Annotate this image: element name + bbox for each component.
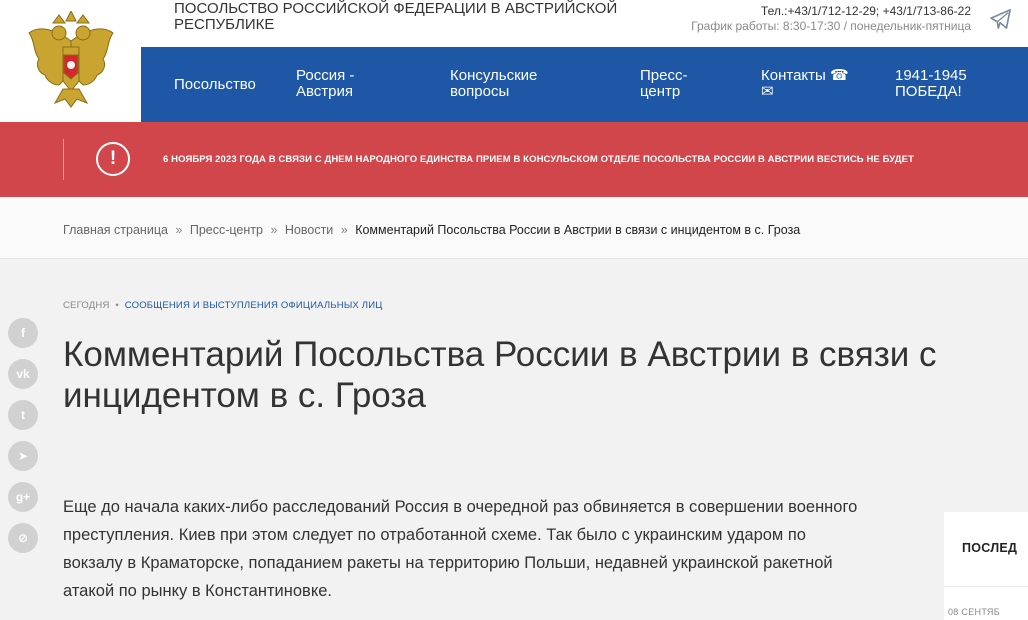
nav-item-press-center[interactable]: Пресс-центр	[640, 68, 702, 100]
card-divider	[944, 586, 1028, 587]
title-line-1: Комментарий Посольства России в Австрии …	[63, 335, 937, 374]
telegram-share-icon[interactable]: ➤	[8, 441, 38, 471]
phone-numbers[interactable]: Тел.:+43/1/712-12-29; +43/1/713-86-22	[691, 4, 971, 19]
nav-item-contacts[interactable]: Контакты ☎ ✉	[761, 68, 857, 100]
main-nav: Посольство Россия - Австрия Консульские …	[141, 47, 1028, 122]
breadcrumb-separator: »	[270, 223, 278, 237]
article-category[interactable]: СООБЩЕНИЯ И ВЫСТУПЛЕНИЯ ОФИЦИАЛЬНЫХ ЛИЦ	[125, 300, 383, 311]
working-hours: График работы: 8:30-17:30 / понедельник-…	[691, 19, 971, 33]
latest-news-card: ПОСЛЕД 08 СЕНТЯБ	[944, 512, 1028, 620]
title-line-2: инцидентом в с. Гроза	[63, 376, 426, 415]
article-date: СЕГОДНЯ	[63, 300, 110, 311]
telegram-icon[interactable]	[990, 9, 1012, 29]
meta-separator: •	[115, 300, 119, 311]
breadcrumb-separator: »	[175, 223, 183, 237]
embassy-title[interactable]: ПОСОЛЬСТВО РОССИЙСКОЙ ФЕДЕРАЦИИ В АВСТРИ…	[174, 1, 644, 33]
article-body: Еще до начала каких-либо расследований Р…	[63, 498, 858, 600]
twitter-icon[interactable]: t	[8, 400, 38, 430]
nav-item-embassy[interactable]: Посольство	[174, 77, 256, 93]
breadcrumb-press-center[interactable]: Пресс-центр	[190, 223, 263, 237]
breadcrumb-bar: Главная страница » Пресс-центр » Новости…	[0, 197, 1028, 259]
announcement-banner: ! 6 НОЯБРЯ 2023 ГОДА В СВЯЗИ С ДНЕМ НАРО…	[0, 122, 1028, 197]
vk-icon[interactable]: vk	[8, 359, 38, 389]
banner-divider	[63, 139, 64, 180]
breadcrumb-home[interactable]: Главная страница	[63, 223, 168, 237]
news-date: 08 СЕНТЯБ	[948, 607, 1000, 617]
google-plus-icon[interactable]: g+	[8, 482, 38, 512]
nav-item-consular[interactable]: Консульские вопросы	[450, 68, 570, 100]
nav-item-russia-austria[interactable]: Россия - Австрия	[296, 68, 396, 100]
double-headed-eagle-icon	[27, 11, 114, 108]
facebook-icon[interactable]: f	[8, 318, 38, 348]
article-meta: СЕГОДНЯ • СООБЩЕНИЯ И ВЫСТУПЛЕНИЯ ОФИЦИА…	[63, 300, 383, 311]
breadcrumb: Главная страница » Пресс-центр » Новости…	[63, 223, 800, 237]
page-title: Комментарий Посольства России в Австрии …	[63, 334, 1028, 416]
coat-of-arms-logo[interactable]	[0, 0, 141, 122]
announcement-text[interactable]: 6 НОЯБРЯ 2023 ГОДА В СВЯЗИ С ДНЕМ НАРОДН…	[163, 154, 914, 165]
breadcrumb-news[interactable]: Новости	[285, 223, 333, 237]
latest-news-heading: ПОСЛЕД	[962, 541, 1018, 555]
breadcrumb-separator: »	[340, 223, 348, 237]
top-bar: ПОСОЛЬСТВО РОССИЙСКОЙ ФЕДЕРАЦИИ В АВСТРИ…	[141, 0, 1028, 47]
contact-info: Тел.:+43/1/712-12-29; +43/1/713-86-22 Гр…	[691, 4, 971, 34]
share-icon[interactable]: ⊘	[8, 523, 38, 553]
breadcrumb-current: Комментарий Посольства России в Австрии …	[355, 223, 801, 237]
social-share-bar: f vk t ➤ g+ ⊘	[8, 318, 40, 564]
exclamation-icon: !	[96, 142, 130, 176]
nav-item-victory[interactable]: 1941-1945 ПОБЕДА!	[895, 68, 995, 100]
